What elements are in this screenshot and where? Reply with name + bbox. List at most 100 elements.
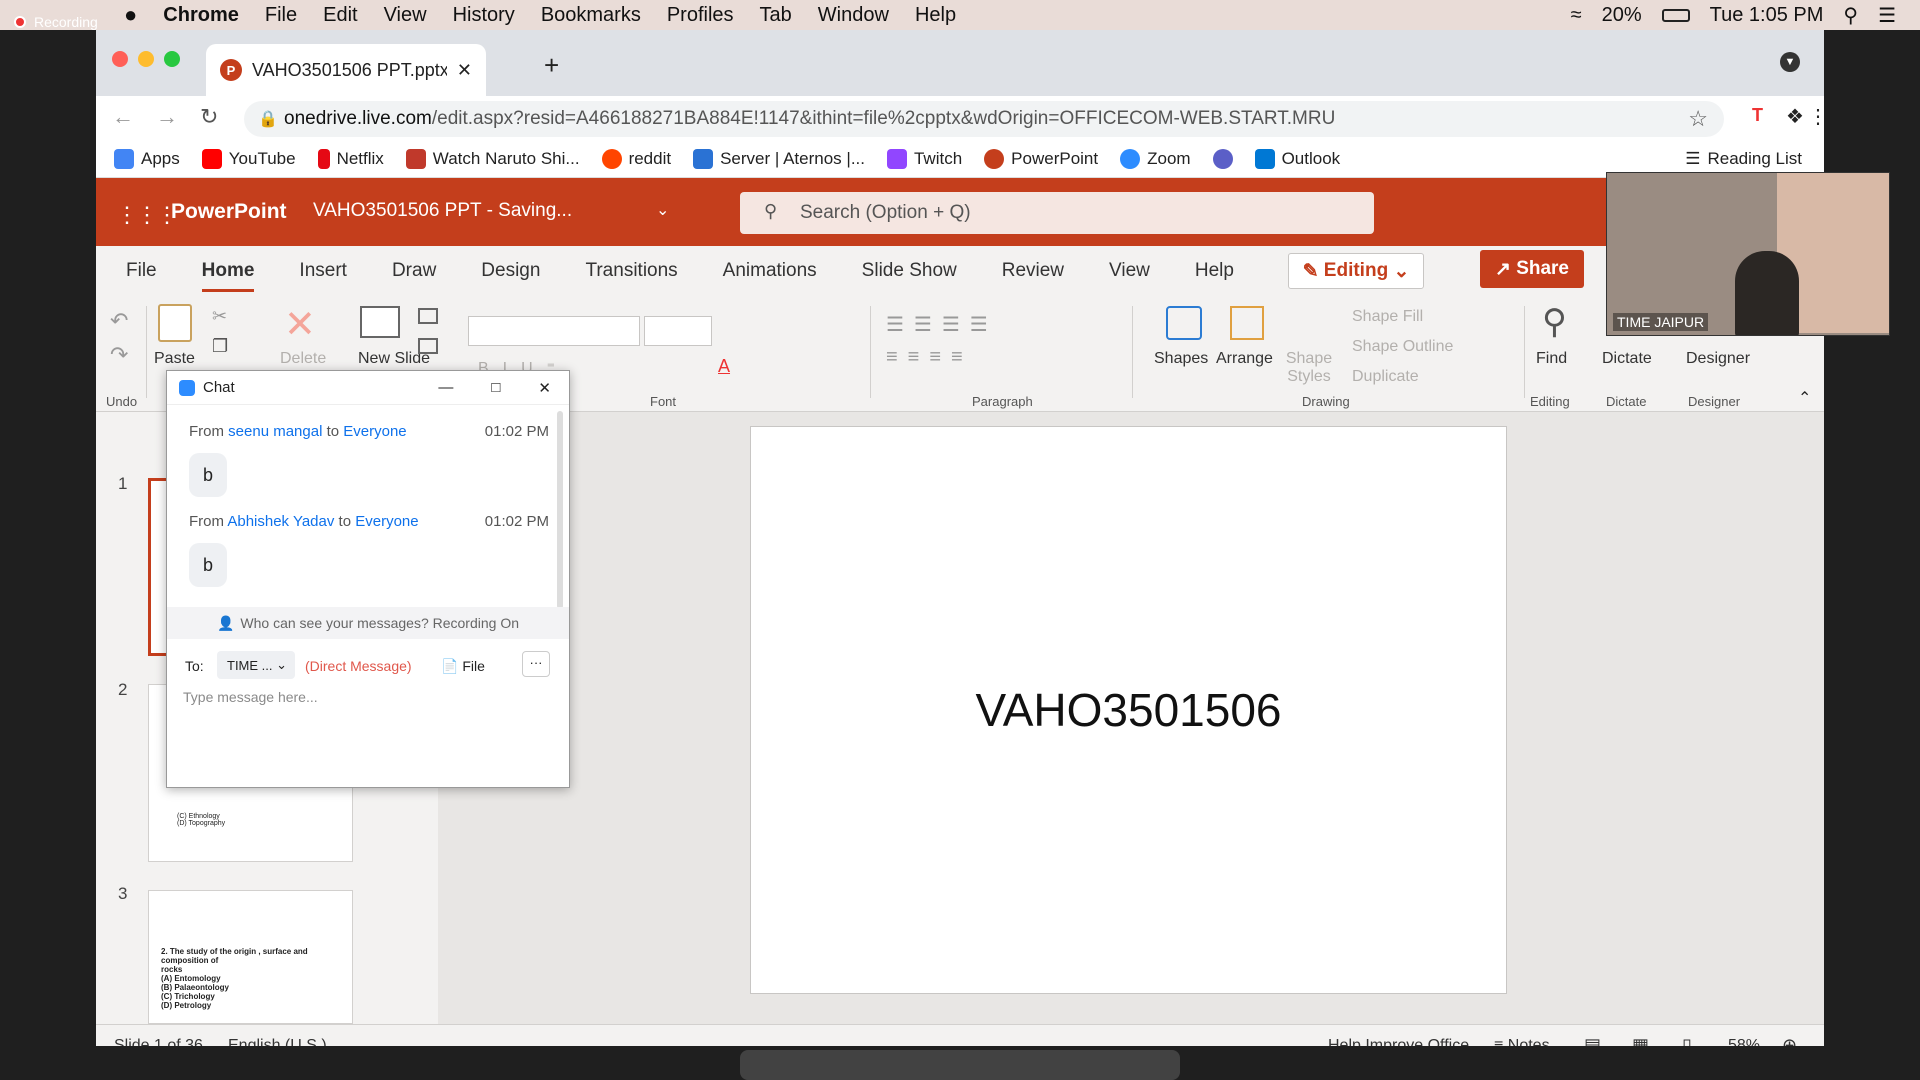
lock-icon[interactable]: 🔒	[258, 109, 278, 129]
clock[interactable]: Tue 1:05 PM	[1710, 4, 1824, 27]
menu-edit[interactable]: Edit	[310, 4, 370, 27]
shape-fill-button[interactable]: Shape Fill	[1352, 308, 1423, 326]
chevron-down-icon[interactable]: ⌄	[656, 200, 669, 220]
normal-view-icon[interactable]: ▤	[1584, 1035, 1601, 1046]
bookmark-netflix[interactable]: Netflix	[317, 148, 384, 169]
recipient-name[interactable]: Everyone	[343, 423, 406, 440]
tab-view[interactable]: View	[1109, 260, 1150, 282]
slide-sorter-icon[interactable]: ▦	[1632, 1035, 1649, 1046]
search-input[interactable]: ⚲ Search (Option + Q)	[740, 192, 1374, 234]
bookmark-naruto[interactable]: Watch Naruto Shi...	[405, 148, 580, 169]
shapes-button[interactable]: Shapes	[1154, 350, 1208, 368]
notes-button[interactable]: ≡ Notes	[1494, 1037, 1550, 1046]
slide-thumbnail-3[interactable]: 2. The study of the origin , surface and…	[148, 890, 353, 1024]
font-color-icon[interactable]: A	[718, 356, 730, 377]
paste-button[interactable]: Paste	[154, 350, 195, 368]
menu-window[interactable]: Window	[805, 4, 902, 27]
recipient-name[interactable]: Everyone	[355, 513, 418, 530]
undo-icon[interactable]: ↶	[110, 308, 128, 334]
slide-title[interactable]: VAHO3501506	[975, 683, 1281, 737]
macos-dock[interactable]	[740, 1050, 1180, 1080]
paste-icon[interactable]	[158, 304, 192, 342]
bookmark-reddit[interactable]: reddit	[601, 148, 671, 169]
app-launcher-icon[interactable]: ⋮⋮⋮	[116, 202, 178, 228]
menu-view[interactable]: View	[371, 4, 440, 27]
tab-draw[interactable]: Draw	[392, 260, 436, 282]
tab-file[interactable]: File	[126, 260, 157, 282]
new-tab-button[interactable]: +	[544, 50, 559, 81]
delete-button[interactable]: Delete	[280, 350, 326, 368]
tab-review[interactable]: Review	[1002, 260, 1064, 282]
menu-tab[interactable]: Tab	[747, 4, 805, 27]
editing-mode-button[interactable]: ✎ Editing ⌄	[1288, 253, 1424, 289]
collapse-ribbon-icon[interactable]: ⌃	[1798, 388, 1811, 408]
tab-animations[interactable]: Animations	[723, 260, 817, 282]
help-improve-office[interactable]: Help Improve Office	[1328, 1037, 1469, 1046]
reading-list-button[interactable]: ☰ Reading List	[1685, 149, 1802, 169]
tab-help[interactable]: Help	[1195, 260, 1234, 282]
tab-search-icon[interactable]: ▼	[1780, 52, 1800, 72]
chrome-menu-icon[interactable]: ⋮	[1808, 104, 1824, 129]
battery-icon[interactable]	[1661, 8, 1690, 22]
chat-scrollbar[interactable]	[557, 411, 563, 609]
sender-name[interactable]: seenu mangal	[228, 423, 322, 440]
close-icon[interactable]: ✕	[538, 379, 551, 397]
share-button[interactable]: ↗ Share	[1480, 250, 1584, 288]
browser-tab[interactable]: P VAHO3501506 PPT.pptx - Mic ✕	[206, 44, 486, 96]
privacy-banner[interactable]: 👤 Who can see your messages? Recording On	[167, 607, 569, 639]
bookmark-apps[interactable]: Apps	[114, 148, 180, 169]
document-title[interactable]: VAHO3501506 PPT - Saving...	[313, 200, 572, 222]
language-indicator[interactable]: English (U.S.)	[228, 1037, 327, 1046]
new-slide-icon[interactable]	[360, 306, 400, 338]
search-icon[interactable]: ⚲	[1843, 3, 1858, 28]
menu-file[interactable]: File	[252, 4, 310, 27]
reload-icon[interactable]: ↻	[200, 104, 218, 130]
control-center-icon[interactable]: ☰	[1878, 3, 1896, 28]
close-window-button[interactable]	[112, 51, 128, 67]
font-name-select[interactable]	[468, 316, 640, 346]
bookmark-outlook[interactable]: Outlook	[1254, 148, 1340, 169]
dictate-button[interactable]: Dictate	[1602, 350, 1652, 368]
menu-profiles[interactable]: Profiles	[654, 4, 747, 27]
tab-transitions[interactable]: Transitions	[585, 260, 677, 282]
bullets-icon[interactable]: ☰☰☰☰	[886, 312, 998, 337]
bookmark-zoom[interactable]: Zoom	[1120, 148, 1191, 169]
designer-button[interactable]: Designer	[1686, 350, 1750, 368]
shapes-icon[interactable]	[1166, 306, 1202, 340]
menu-help[interactable]: Help	[902, 4, 969, 27]
delete-x-icon[interactable]: ✕	[284, 302, 316, 347]
zoom-level[interactable]: 58%	[1728, 1037, 1760, 1046]
shape-styles-button[interactable]: Shape Styles	[1282, 350, 1336, 386]
align-icons[interactable]: ≡≡≡≡	[886, 346, 973, 369]
bookmark-star-icon[interactable]: ☆	[1688, 106, 1708, 132]
bookmark-powerpoint[interactable]: PowerPoint	[984, 148, 1098, 169]
bookmark-aternos[interactable]: Server | Aternos |...	[693, 148, 865, 169]
bookmark-youtube[interactable]: YouTube	[201, 148, 296, 169]
arrange-icon[interactable]	[1230, 306, 1264, 340]
sender-name[interactable]: Abhishek Yadav	[227, 513, 334, 530]
menu-bookmarks[interactable]: Bookmarks	[528, 4, 654, 27]
maximize-window-button[interactable]	[164, 51, 180, 67]
recipient-select[interactable]: TIME ... ⌄	[217, 651, 295, 679]
bookmark-twitch[interactable]: Twitch	[886, 148, 962, 169]
url-field[interactable]: 🔒 onedrive.live.com/edit.aspx?resid=A466…	[244, 101, 1724, 137]
message-input[interactable]: Type message here...	[183, 689, 553, 775]
find-button[interactable]: Find	[1536, 350, 1567, 368]
find-icon[interactable]: ⚲	[1542, 302, 1567, 342]
copy-icon[interactable]: ❐	[212, 336, 228, 357]
fit-slide-icon[interactable]: ⊕	[1782, 1035, 1797, 1046]
minimize-icon[interactable]: —	[438, 379, 453, 396]
arrange-button[interactable]: Arrange	[1216, 350, 1273, 368]
menu-history[interactable]: History	[440, 4, 528, 27]
shape-outline-button[interactable]: Shape Outline	[1352, 338, 1453, 356]
maximize-icon[interactable]: □	[491, 379, 500, 396]
tab-design[interactable]: Design	[481, 260, 540, 282]
app-name[interactable]: PowerPoint	[171, 200, 287, 224]
duplicate-slide-icon[interactable]	[418, 338, 438, 354]
cut-icon[interactable]: ✂	[212, 306, 227, 327]
reading-view-icon[interactable]: ▯	[1682, 1035, 1692, 1046]
layout-icon[interactable]	[418, 308, 438, 324]
more-options-button[interactable]: ···	[522, 651, 550, 677]
forward-icon[interactable]: →	[156, 104, 178, 130]
tab-slide-show[interactable]: Slide Show	[862, 260, 957, 282]
